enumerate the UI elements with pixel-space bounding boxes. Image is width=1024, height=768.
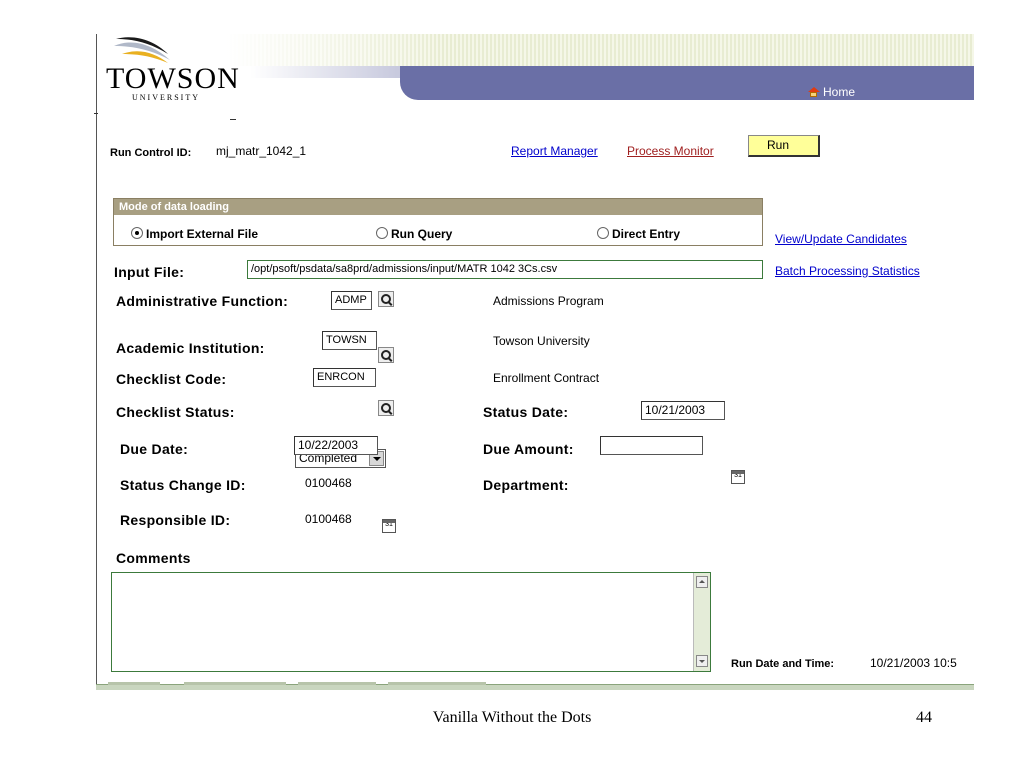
home-link[interactable]: Home <box>808 85 855 99</box>
process-monitor-link[interactable]: Process Monitor <box>627 144 714 158</box>
logo-subtitle: UNIVERSITY <box>132 93 200 102</box>
home-icon <box>808 87 820 97</box>
comments-scrollbar[interactable] <box>693 573 710 671</box>
due-date-field[interactable]: 10/22/2003 <box>294 436 378 455</box>
mode-group-header: Mode of data loading <box>114 199 762 215</box>
radio-label: Import External File <box>146 227 259 241</box>
bottom-tab <box>184 682 286 685</box>
frame-border-left <box>96 34 97 684</box>
header-banner-bar <box>400 66 974 100</box>
comments-textarea[interactable] <box>111 572 711 672</box>
lookup-icon[interactable] <box>378 400 394 416</box>
scroll-up-icon[interactable] <box>696 576 708 588</box>
lookup-icon[interactable] <box>378 347 394 363</box>
calendar-icon[interactable]: 31 <box>731 470 745 484</box>
academic-institution-label: Academic Institution: <box>116 340 265 356</box>
admin-function-label: Administrative Function: <box>116 293 289 309</box>
lookup-icon[interactable] <box>378 291 394 307</box>
view-update-candidates-link[interactable]: View/Update Candidates <box>775 232 907 246</box>
frame-tick <box>230 119 236 120</box>
batch-processing-statistics-link[interactable]: Batch Processing Statistics <box>775 264 920 278</box>
admin-function-description: Admissions Program <box>493 294 604 308</box>
bottom-tab <box>298 682 376 685</box>
checklist-code-field[interactable]: ENRCON <box>313 368 376 387</box>
slide-footer-title: Vanilla Without the Dots <box>432 709 592 726</box>
input-file-field[interactable]: /opt/psoft/psdata/sa8prd/admissions/inpu… <box>247 260 763 279</box>
admin-function-field[interactable]: ADMP <box>331 291 372 310</box>
calendar-icon[interactable]: 31 <box>382 519 396 533</box>
radio-label: Run Query <box>391 227 453 241</box>
scroll-down-icon[interactable] <box>696 655 708 667</box>
logo-wordmark: TOWSON <box>106 62 240 95</box>
radio-icon[interactable] <box>597 227 609 239</box>
run-button[interactable]: Run <box>748 135 820 157</box>
input-file-label: Input File: <box>114 264 185 280</box>
academic-institution-description: Towson University <box>493 334 590 348</box>
radio-direct-entry[interactable]: Direct Entry <box>597 227 680 241</box>
due-date-label: Due Date: <box>120 441 189 457</box>
status-change-id-label: Status Change ID: <box>120 477 246 493</box>
status-date-field[interactable]: 10/21/2003 <box>641 401 725 420</box>
department-label: Department: <box>483 477 569 493</box>
slide-page-number: 44 <box>916 709 932 726</box>
checklist-code-description: Enrollment Contract <box>493 371 600 385</box>
status-change-id-value: 0100468 <box>305 476 352 490</box>
home-label: Home <box>823 85 856 99</box>
radio-run-query[interactable]: Run Query <box>376 227 452 241</box>
comments-label: Comments <box>116 550 191 566</box>
academic-institution-field[interactable]: TOWSN <box>322 331 377 350</box>
radio-label: Direct Entry <box>612 227 681 241</box>
due-amount-label: Due Amount: <box>483 441 574 457</box>
report-manager-link[interactable]: Report Manager <box>511 144 598 158</box>
radio-import-external-file[interactable]: Import External File <box>131 227 258 241</box>
responsible-id-label: Responsible ID: <box>120 512 231 528</box>
checklist-status-label: Checklist Status: <box>116 404 235 420</box>
run-control-value: mj_matr_1042_1 <box>216 144 307 158</box>
checklist-code-label: Checklist Code: <box>116 371 227 387</box>
towson-swoosh-icon <box>114 37 170 63</box>
frame-tick <box>94 113 98 114</box>
header-banner-fade <box>226 34 446 66</box>
run-date-time-label: Run Date and Time: <box>731 658 835 670</box>
run-date-time-value: 10/21/2003 10:5 <box>870 656 957 670</box>
due-amount-field[interactable] <box>600 436 703 455</box>
responsible-id-value: 0100468 <box>305 512 352 526</box>
bottom-tab <box>108 682 160 685</box>
bottom-tab <box>388 682 486 685</box>
radio-icon[interactable] <box>376 227 388 239</box>
status-date-label: Status Date: <box>483 404 569 420</box>
run-control-label: Run Control ID: <box>110 147 192 159</box>
radio-selected-icon[interactable] <box>131 227 143 239</box>
